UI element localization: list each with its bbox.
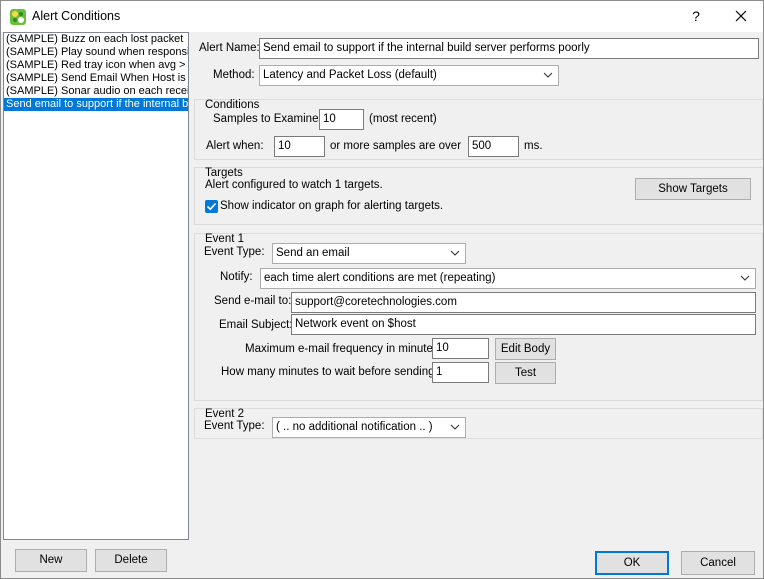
app-icon: [10, 9, 26, 25]
notify-value: each time alert conditions are met (repe…: [264, 272, 496, 284]
list-item[interactable]: (SAMPLE) Buzz on each lost packet: [4, 33, 188, 46]
wait-input[interactable]: 1: [432, 362, 489, 383]
event1-type-label: Event Type:: [204, 246, 265, 258]
subject-label: Email Subject:: [219, 319, 293, 331]
alerts-list[interactable]: (SAMPLE) Buzz on each lost packet (SAMPL…: [3, 32, 189, 540]
conditions-group: Conditions Samples to Examine: 10 (most …: [194, 99, 763, 160]
conditions-title: Conditions: [205, 99, 260, 111]
event2-type-select[interactable]: ( .. no additional notification .. ): [272, 417, 466, 438]
event2-group: Event 2 Event Type: ( .. no additional n…: [194, 408, 763, 439]
samples-label: Samples to Examine:: [213, 113, 322, 125]
event1-group: Event 1 Event Type: Send an email Notify…: [194, 233, 763, 401]
chevron-down-icon: [543, 72, 553, 78]
alert-conditions-dialog: Alert Conditions ? (SAMPLE) Buzz on each…: [0, 0, 764, 579]
checkmark-icon: [206, 202, 217, 211]
wait-label: How many minutes to wait before sending:: [221, 366, 438, 378]
event1-type-value: Send an email: [276, 247, 350, 259]
close-button[interactable]: [725, 1, 757, 32]
event2-type-label: Event Type:: [204, 420, 265, 432]
list-item[interactable]: (SAMPLE) Red tray icon when avg > 5: [4, 59, 188, 72]
alert-when-label: Alert when:: [206, 140, 264, 152]
list-item[interactable]: (SAMPLE) Play sound when responsive: [4, 46, 188, 59]
max-freq-label: Maximum e-mail frequency in minutes:: [245, 343, 442, 355]
event1-title: Event 1: [205, 233, 244, 245]
delete-button[interactable]: Delete: [95, 549, 167, 572]
notify-select[interactable]: each time alert conditions are met (repe…: [260, 268, 756, 289]
chevron-down-icon: [740, 275, 750, 281]
title-bar: Alert Conditions ?: [1, 1, 763, 32]
targets-group: Targets Alert configured to watch 1 targ…: [194, 167, 763, 225]
alert-when-input[interactable]: 10: [274, 136, 325, 157]
method-label: Method:: [213, 69, 255, 81]
edit-body-button[interactable]: Edit Body: [495, 338, 556, 360]
event1-type-select[interactable]: Send an email: [272, 243, 466, 264]
new-button[interactable]: New: [15, 549, 87, 572]
threshold-input[interactable]: 500: [468, 136, 519, 157]
samples-input[interactable]: 10: [319, 109, 364, 130]
list-item[interactable]: (SAMPLE) Send Email When Host is Do: [4, 72, 188, 85]
more-samples-label: or more samples are over: [330, 140, 462, 152]
show-indicator-label[interactable]: Show indicator on graph for alerting tar…: [220, 200, 443, 212]
targets-configured-text: Alert configured to watch 1 targets.: [205, 179, 383, 191]
subject-input[interactable]: Network event on $host: [291, 314, 756, 335]
samples-suffix: (most recent): [369, 113, 437, 125]
ok-button[interactable]: OK: [595, 551, 669, 575]
max-freq-input[interactable]: 10: [432, 338, 489, 359]
ms-label: ms.: [524, 140, 543, 152]
notify-label: Notify:: [220, 271, 253, 283]
test-button[interactable]: Test: [495, 362, 556, 384]
method-select-value: Latency and Packet Loss (default): [263, 69, 437, 81]
send-to-label: Send e-mail to:: [214, 295, 292, 307]
method-select[interactable]: Latency and Packet Loss (default): [259, 65, 559, 86]
window-title: Alert Conditions: [32, 9, 121, 23]
event2-type-value: ( .. no additional notification .. ): [276, 421, 433, 433]
chevron-down-icon: [450, 424, 460, 430]
alert-name-input[interactable]: Send email to support if the internal bu…: [259, 38, 759, 59]
list-item-selected[interactable]: Send email to support if the internal bu: [4, 98, 188, 111]
targets-title: Targets: [205, 167, 243, 179]
chevron-down-icon: [450, 250, 460, 256]
help-button[interactable]: ?: [681, 1, 711, 32]
show-targets-button[interactable]: Show Targets: [635, 178, 751, 200]
alert-name-label: Alert Name:: [199, 42, 260, 54]
send-to-input[interactable]: support@coretechnologies.com: [291, 292, 756, 313]
event2-title: Event 2: [205, 408, 244, 420]
list-item[interactable]: (SAMPLE) Sonar audio on each receive: [4, 85, 188, 98]
close-icon: [735, 10, 747, 22]
show-indicator-checkbox[interactable]: [205, 200, 218, 213]
cancel-button[interactable]: Cancel: [681, 551, 755, 575]
